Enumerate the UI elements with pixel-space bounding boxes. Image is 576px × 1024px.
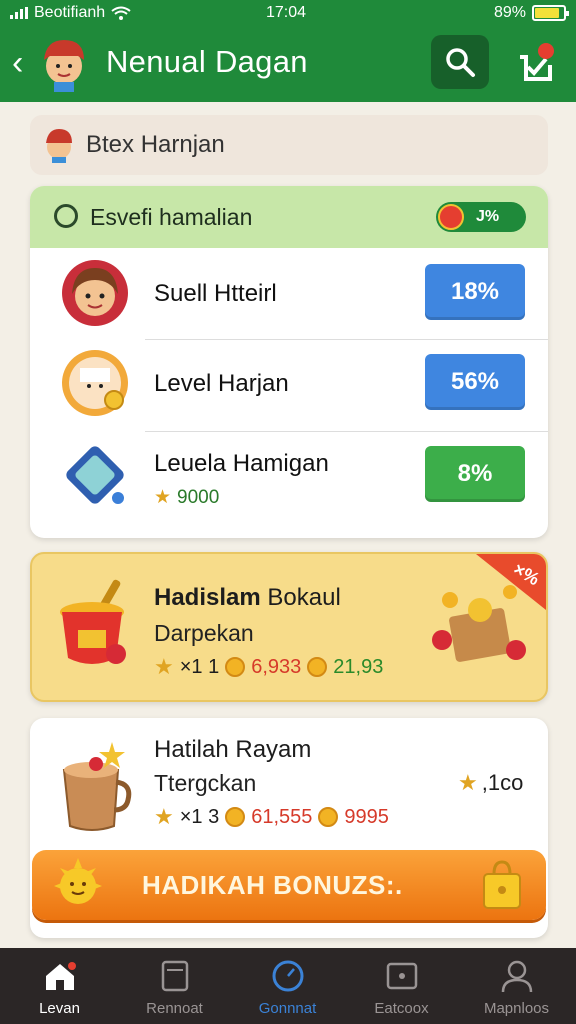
card-title: Hadislam Bokaul (154, 584, 341, 612)
list-item-sub-value: 9000 (177, 487, 220, 508)
search-icon (446, 48, 475, 77)
home-icon (46, 962, 76, 990)
sun-icon (54, 858, 102, 904)
game-box-icon (386, 962, 418, 990)
nav-item-tablet[interactable]: Rennoat (117, 948, 232, 1024)
list-item-label: Level Harjan (154, 370, 289, 397)
nav-item-home[interactable]: Levan (2, 948, 117, 1024)
nav-label: Gonnnat (258, 1000, 317, 1017)
star-icon: ★ (154, 804, 174, 829)
character-avatar-icon[interactable] (38, 34, 90, 92)
list-item[interactable]: Level Harjan 56% (30, 338, 548, 428)
percent-button[interactable]: 8% (425, 446, 525, 502)
star-icon: ★ (458, 770, 478, 795)
page-title: Nenual Dagan (106, 44, 308, 79)
coin-icon (307, 657, 328, 677)
top-app-bar: Beotifianh 17:04 89% ‹ Nenual Dagan (0, 0, 576, 102)
carrier-name: Beotifianh (34, 4, 106, 21)
status-time: 17:04 (266, 4, 307, 21)
list-item-label: Suell Htteirl (154, 280, 277, 307)
bonus-card[interactable]: Hatilah Rayam Ttergckan ★ ×1 3 61,555 99… (30, 718, 548, 938)
coin-icon (225, 657, 246, 677)
search-button[interactable] (431, 35, 489, 89)
search-icon (54, 204, 78, 228)
card-header-label: Esvefi hamalian (90, 204, 253, 230)
battery-icon (532, 5, 569, 21)
stat-2: 61,555 (251, 805, 313, 828)
battery-info: 89% (493, 4, 569, 22)
reward-stats: ★ ×1 3 61,555 9995 (154, 804, 389, 830)
stat-3: 9995 (344, 805, 389, 828)
wifi-icon (111, 6, 131, 20)
character-coin-icon (62, 350, 128, 416)
girl-avatar-icon (62, 260, 128, 326)
list-item-sub: ★ 9000 (154, 486, 219, 509)
carrier-info: Beotifianh (10, 4, 131, 22)
percent-button[interactable]: 56% (425, 354, 525, 410)
reward-amount: ★ ,1co (458, 770, 523, 796)
nav-item-profile[interactable]: Mapnloos (459, 948, 574, 1024)
pot-icon (60, 579, 126, 664)
status-bar: Beotifianh 17:04 89% (0, 0, 576, 28)
mini-avatar-icon (46, 129, 72, 163)
battery-percent: 89% (493, 4, 526, 21)
bottom-nav: Levan Rennoat Gonnnat Eatcoox Mapnloos (0, 948, 576, 1024)
card-header: Esvefi hamalian J% (30, 186, 548, 248)
header-badge-text: J% (476, 208, 500, 225)
claim-bonus-label: HADIKAH BONUZS:. (142, 870, 403, 900)
stat-2: 6,933 (251, 655, 302, 678)
card-subtitle: Ttergckan (154, 770, 257, 796)
nav-label: Eatcoox (374, 1000, 429, 1017)
section-header[interactable]: Btex Harnjan (30, 115, 548, 175)
list-item-label: Leuela Hamigan (154, 450, 329, 477)
nav-label: Rennoat (146, 1000, 203, 1017)
coin-icon (318, 807, 339, 827)
nav-item-box[interactable]: Eatcoox (344, 948, 459, 1024)
list-item[interactable]: Suell Htteirl 18% (30, 248, 548, 338)
reward-amount-value: ,1co (481, 770, 524, 795)
percent-button[interactable]: 18% (425, 264, 525, 320)
tea-cup-icon (62, 742, 132, 831)
list-item[interactable]: Leuela Hamigan ★ 9000 8% (30, 430, 548, 520)
card-subtitle: Darpekan (154, 620, 254, 646)
gift-icon (438, 204, 464, 230)
card-title-rest: Bokaul (260, 584, 341, 611)
card-title-bold: Hadislam (154, 584, 261, 611)
section-header-label: Btex Harnjan (86, 131, 225, 158)
gift-box-icon (483, 860, 521, 909)
coin-icon (225, 807, 246, 827)
card-title: Hatilah Rayam (154, 736, 312, 763)
stat-1: ×1 3 (179, 805, 220, 828)
treasure-box-icon (432, 585, 526, 662)
reward-stats: ★ ×1 1 6,933 21,93 (154, 654, 383, 680)
star-icon: ★ (154, 487, 172, 508)
tablet-icon (161, 960, 189, 992)
notification-icon (520, 43, 554, 81)
notification-button[interactable] (506, 35, 564, 89)
nav-label: Levan (39, 1000, 80, 1017)
header-badge[interactable]: J% (436, 202, 526, 232)
stat-1: ×1 1 (179, 655, 220, 678)
reward-card[interactable]: ×% Hadislam Bokaul Darpekan ★ ×1 1 6,933… (30, 552, 548, 702)
nav-item-clock[interactable]: Gonnnat (230, 948, 345, 1024)
stat-3: 21,93 (333, 655, 384, 678)
daily-levels-card: Esvefi hamalian J% Suell Htteirl 18% Lev… (30, 186, 548, 538)
profile-icon (501, 960, 533, 993)
claim-bonus-button[interactable]: HADIKAH BONUZS:. (32, 850, 546, 920)
nav-label: Mapnloos (483, 1000, 550, 1017)
back-button[interactable]: ‹ (12, 46, 23, 80)
gem-icon (66, 446, 126, 506)
star-icon: ★ (154, 654, 174, 679)
clock-icon (272, 960, 304, 992)
signal-icon (10, 7, 28, 19)
